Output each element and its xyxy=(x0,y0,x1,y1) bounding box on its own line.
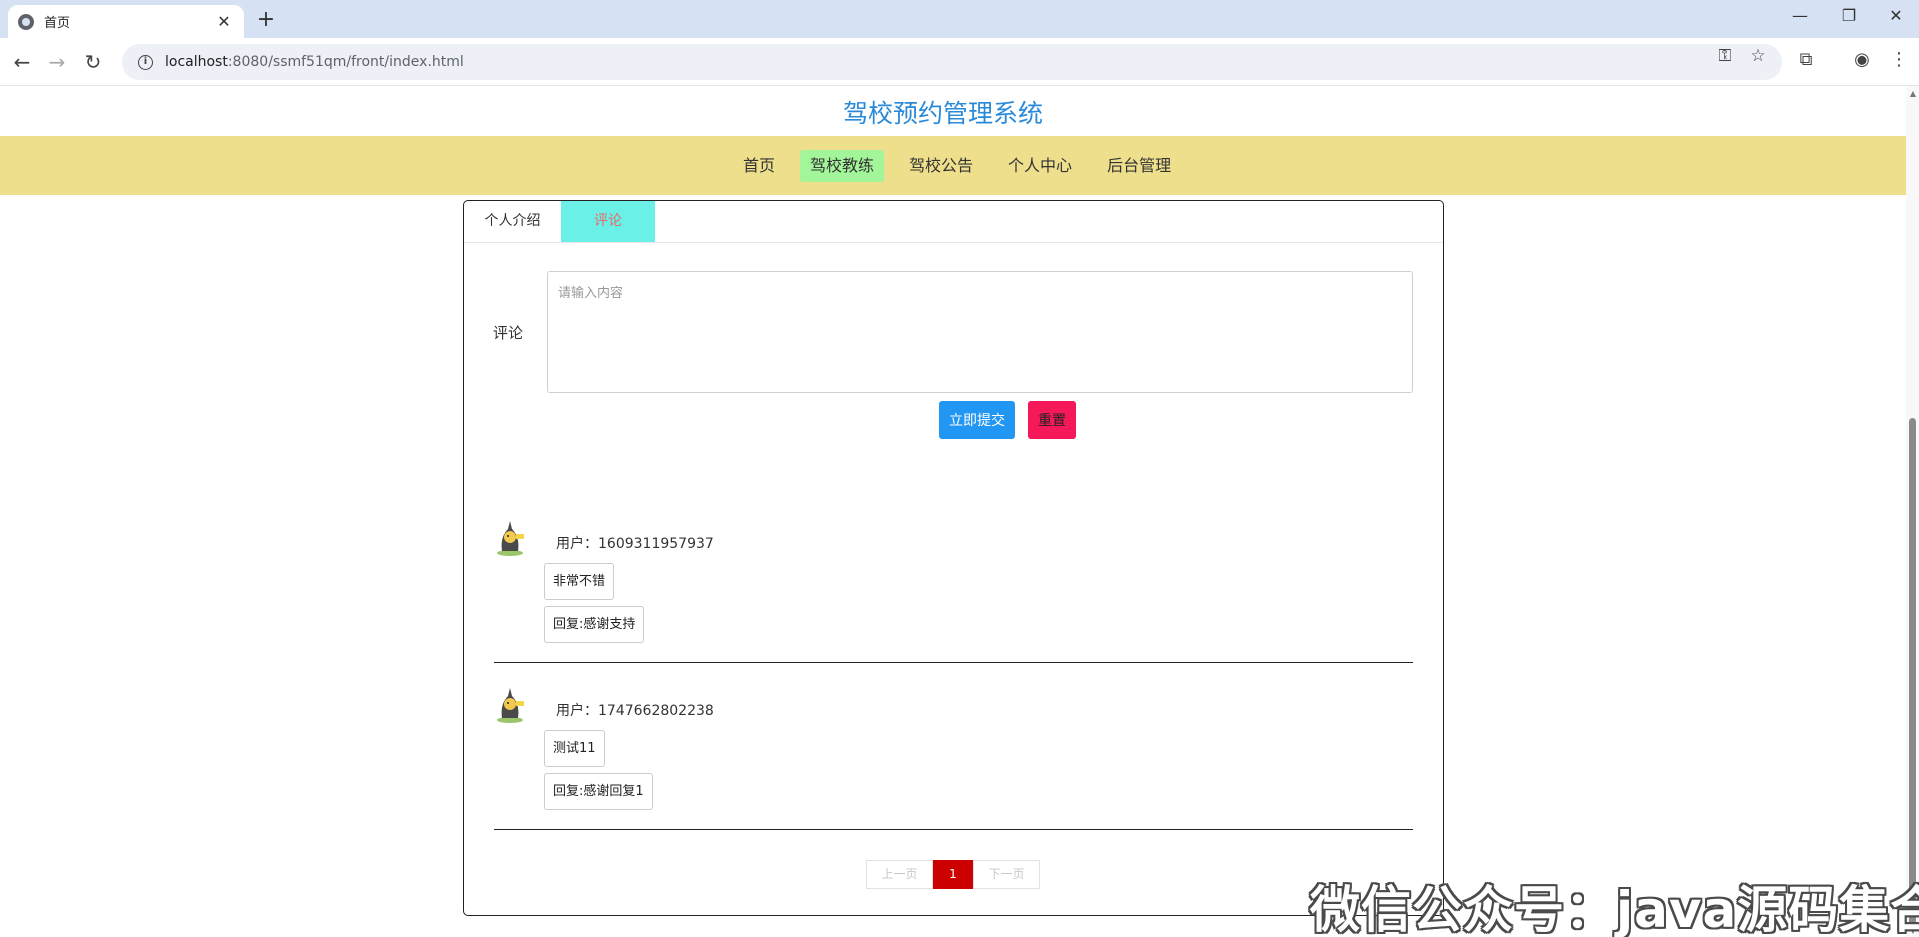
site-title: 驾校预约管理系统 xyxy=(842,99,1043,128)
reload-icon[interactable]: ↻ xyxy=(80,49,106,75)
forward-icon[interactable]: → xyxy=(44,49,70,75)
comment-reply: 回复:感谢回复1 xyxy=(544,773,653,810)
avatar xyxy=(497,688,524,723)
comment-content: 非常不错 xyxy=(544,563,615,600)
comment-input[interactable] xyxy=(547,271,1413,393)
comment-username: 用户：1747662802238 xyxy=(556,703,714,719)
globe-icon xyxy=(18,13,34,30)
window-close-icon[interactable]: ✕ xyxy=(1873,6,1919,25)
comment-divider xyxy=(494,662,1413,663)
scrollbar-thumb[interactable] xyxy=(1909,418,1916,928)
main-navbar: 首页 驾校教练 驾校公告 个人中心 后台管理 xyxy=(0,136,1906,195)
close-icon[interactable]: ✕ xyxy=(214,12,234,31)
comment-username: 用户：1609311957937 xyxy=(556,536,714,552)
tab-intro[interactable]: 个人介绍 xyxy=(464,201,561,242)
panel-tab-bar: 个人介绍 评论 xyxy=(464,201,1443,243)
tab-comment[interactable]: 评论 xyxy=(561,201,655,242)
reset-button[interactable]: 重置 xyxy=(1028,401,1076,439)
browser-tab-strip: 首页 ✕ + — ❐ ✕ xyxy=(0,0,1919,38)
new-tab-icon[interactable]: + xyxy=(254,7,278,32)
tab-title: 首页 xyxy=(44,16,71,31)
back-icon[interactable]: ← xyxy=(9,49,35,75)
star-icon[interactable]: ☆ xyxy=(1747,46,1769,66)
scroll-up-icon[interactable]: ▲ xyxy=(1908,89,1918,98)
avatar xyxy=(497,521,524,556)
info-icon[interactable]: i xyxy=(138,54,153,70)
comment-reply: 回复:感谢支持 xyxy=(544,606,645,643)
nav-item[interactable]: 驾校公告 xyxy=(899,150,983,182)
pagination: 上一页 1 下一页 xyxy=(866,860,1040,889)
url-text: localhost:8080/ssmf51qm/front/index.html xyxy=(165,54,464,70)
watermark-text: 微信公众号：java源码集合 xyxy=(1310,881,1919,937)
submit-button[interactable]: 立即提交 xyxy=(939,401,1015,439)
profile-icon[interactable]: ◉ xyxy=(1849,49,1875,70)
browser-toolbar: ← → ↻ i localhost:8080/ssmf51qm/front/in… xyxy=(0,38,1919,86)
next-page-button[interactable]: 下一页 xyxy=(973,860,1040,889)
tab-search-icon[interactable]: ⧉ xyxy=(1793,49,1819,70)
nav-item[interactable]: 后台管理 xyxy=(1097,150,1181,182)
nav-item[interactable]: 个人中心 xyxy=(998,150,1082,182)
address-bar[interactable]: i localhost:8080/ssmf51qm/front/index.ht… xyxy=(122,44,1782,80)
browser-tab[interactable]: 首页 ✕ xyxy=(8,5,244,38)
nav-item[interactable]: 首页 xyxy=(733,150,785,182)
menu-icon[interactable]: ⋮ xyxy=(1886,49,1912,70)
comment-label: 评论 xyxy=(493,324,524,342)
key-icon[interactable]: ⚿ xyxy=(1714,46,1736,66)
current-page-button[interactable]: 1 xyxy=(933,860,973,889)
comment-content: 测试11 xyxy=(544,730,605,767)
comment-divider xyxy=(494,829,1413,830)
nav-item[interactable]: 驾校教练 xyxy=(800,150,885,182)
prev-page-button[interactable]: 上一页 xyxy=(866,860,933,889)
restore-icon[interactable]: ❐ xyxy=(1826,6,1872,25)
nav-menu: 首页 驾校教练 驾校公告 个人中心 后台管理 xyxy=(733,150,1181,182)
minimize-icon[interactable]: — xyxy=(1777,6,1823,25)
